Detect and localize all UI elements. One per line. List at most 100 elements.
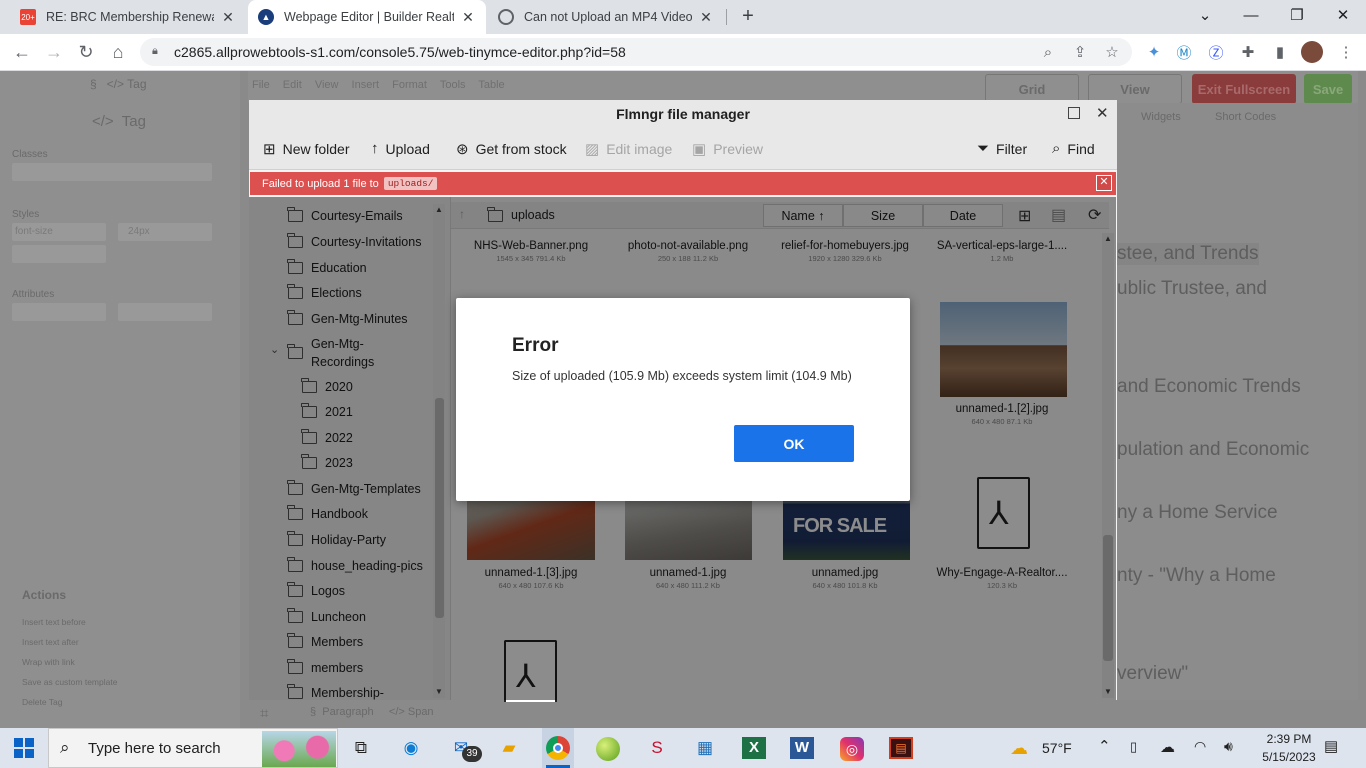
action-wrap-link[interactable]: Wrap with link <box>22 657 75 667</box>
file-manager-title: Flmngr file manager <box>249 100 1117 128</box>
menu-kebab-icon[interactable]: ⋮ <box>1334 40 1358 64</box>
upload-button[interactable]: ↑ Upload <box>371 140 430 157</box>
mail-badge: 39 <box>462 746 482 762</box>
attributes-label: Attributes <box>12 289 55 300</box>
window-close-icon[interactable]: ✕ <box>1320 0 1366 30</box>
tray-device-icon[interactable]: ▯ <box>1130 739 1137 755</box>
tab-cannot-upload[interactable]: Can not Upload an MP4 Video - ✕ <box>488 0 724 34</box>
upload-arrow-icon: ↑ <box>371 140 379 157</box>
excel-icon[interactable]: X <box>742 737 766 759</box>
get-from-stock-button[interactable]: ⊛ Get from stock <box>456 140 567 158</box>
tab-separator <box>726 9 727 25</box>
chrome-icon[interactable] <box>546 736 570 760</box>
content-line-4: pulation and Economic <box>1117 439 1310 460</box>
tray-chevron-up-icon[interactable]: ⌃ <box>1098 737 1111 755</box>
upload-error-bar: Failed to upload 1 file to uploads/ <box>250 172 1116 195</box>
file-explorer-icon[interactable]: ▰ <box>494 734 524 762</box>
extension-z-icon[interactable]: Ⓩ <box>1204 40 1228 64</box>
instagram-icon[interactable]: ◎ <box>840 737 864 761</box>
word-icon[interactable]: W <box>790 737 814 759</box>
font-size-value[interactable]: 24px <box>118 223 212 241</box>
image-edit-icon: ▨ <box>585 141 600 158</box>
share-icon[interactable]: ⇪ <box>1068 40 1092 64</box>
tab-title: Can not Upload an MP4 Video - <box>524 10 692 24</box>
attribute-name-input[interactable] <box>12 303 106 321</box>
weather-cloud-icon[interactable]: ☁ <box>1010 738 1028 759</box>
action-insert-after[interactable]: Insert text after <box>22 637 79 647</box>
content-line-5: ny a Home Service <box>1117 502 1278 523</box>
green-app-icon[interactable] <box>596 737 620 761</box>
task-view-icon[interactable]: ⧉ <box>346 734 376 762</box>
widgets-menu[interactable]: Widgets <box>1141 111 1181 123</box>
error-bar-close-icon[interactable]: ✕ <box>1096 175 1112 191</box>
editor-menu[interactable]: File Edit View Insert Format Tools Table <box>252 79 505 91</box>
close-icon[interactable]: ✕ <box>1096 104 1109 122</box>
filter-button[interactable]: ⏷ Filter <box>977 140 1027 157</box>
style-property-input[interactable] <box>12 245 106 263</box>
globe-icon <box>498 9 514 25</box>
close-icon[interactable]: ✕ <box>460 9 476 26</box>
clock-time[interactable]: 2:39 PM <box>1260 732 1318 746</box>
tab-title: RE: BRC Membership Renewal - n <box>46 10 214 24</box>
snagit-icon[interactable]: S <box>642 734 672 762</box>
wifi-icon[interactable]: ◠ <box>1194 738 1206 755</box>
tab-title: Webpage Editor | Builder Realty C <box>284 10 454 24</box>
bookmark-star-icon[interactable]: ☆ <box>1100 40 1124 64</box>
crop-icon[interactable]: ⌗ <box>260 705 268 722</box>
content-line-1: stee, and Trends <box>1117 243 1259 265</box>
close-icon[interactable]: ✕ <box>698 9 714 26</box>
element-path[interactable]: § Paragraph </> Span <box>310 706 434 718</box>
attribute-value-input[interactable] <box>118 303 212 321</box>
save-button[interactable]: Save <box>1304 74 1352 104</box>
media-app-icon[interactable]: ▤ <box>889 737 913 759</box>
lock-icon[interactable]: 🔒︎ <box>152 45 162 58</box>
content-line-7: verview" <box>1117 663 1189 684</box>
new-folder-button[interactable]: ⊞ New folder <box>263 140 350 158</box>
zoom-icon[interactable]: ⌕ <box>1036 40 1060 64</box>
maximize-icon[interactable] <box>1068 107 1080 119</box>
windows-start-icon[interactable] <box>14 738 34 758</box>
home-icon[interactable]: ⌂ <box>104 38 132 66</box>
extension-icon[interactable]: ✦ <box>1142 40 1166 64</box>
volume-icon[interactable]: 🔊︎ <box>1224 738 1233 755</box>
side-panel-icon[interactable]: ▮ <box>1268 40 1292 64</box>
style-manager-panel: § </> Tag </> Tag Classes Styles font-si… <box>0 71 240 728</box>
contacts-app-icon[interactable]: ▦ <box>690 734 720 762</box>
minimize-icon[interactable]: — <box>1228 0 1274 30</box>
weather-temp[interactable]: 57°F <box>1042 740 1072 756</box>
search-icon: ⌕ <box>60 738 70 757</box>
font-size-label: font-size <box>12 223 106 241</box>
action-insert-before[interactable]: Insert text before <box>22 617 86 627</box>
tag-small-label: § </> Tag <box>90 77 147 91</box>
close-icon[interactable]: ✕ <box>220 9 236 26</box>
ok-button[interactable]: OK <box>734 425 854 462</box>
url-text[interactable]: c2865.allprowebtools-s1.com/console5.75/… <box>174 44 626 60</box>
edge-browser-icon[interactable]: ◉ <box>396 734 426 762</box>
tab-gmail[interactable]: 20+ RE: BRC Membership Renewal - n ✕ <box>10 0 246 34</box>
tab-search-chevron-icon[interactable]: ⌄ <box>1182 0 1228 30</box>
classes-input[interactable] <box>12 163 212 181</box>
back-icon[interactable]: ← <box>8 38 36 66</box>
tab-webpage-editor[interactable]: ▲ Webpage Editor | Builder Realty C ✕ <box>248 0 486 34</box>
reload-icon[interactable]: ↻ <box>72 38 100 66</box>
filter-funnel-icon: ⏷ <box>977 140 990 157</box>
restore-icon[interactable]: ❐ <box>1274 0 1320 30</box>
new-tab-button[interactable]: + <box>736 4 760 28</box>
exit-fullscreen-button[interactable]: Exit Fullscreen <box>1192 74 1296 104</box>
onedrive-cloud-icon[interactable]: ☁ <box>1160 738 1175 756</box>
find-button[interactable]: ⌕ Find <box>1052 140 1095 157</box>
extension-m-icon[interactable]: Ⓜ <box>1172 40 1196 64</box>
preview-button[interactable]: ▣ Preview <box>692 140 763 158</box>
error-dialog <box>456 298 910 501</box>
action-delete-tag[interactable]: Delete Tag <box>22 697 62 707</box>
aperture-icon: ⊛ <box>456 141 469 158</box>
profile-avatar[interactable] <box>1301 41 1323 63</box>
forward-icon[interactable]: → <box>40 38 68 66</box>
notifications-icon[interactable]: ▤ <box>1324 737 1338 755</box>
site-favicon-icon: ▲ <box>258 9 274 25</box>
extensions-puzzle-icon[interactable]: ✚ <box>1236 40 1260 64</box>
short-codes-menu[interactable]: Short Codes <box>1215 111 1276 123</box>
clock-date[interactable]: 5/15/2023 <box>1256 750 1322 764</box>
action-save-template[interactable]: Save as custom template <box>22 677 117 687</box>
edit-image-button[interactable]: ▨ Edit image <box>585 140 672 158</box>
